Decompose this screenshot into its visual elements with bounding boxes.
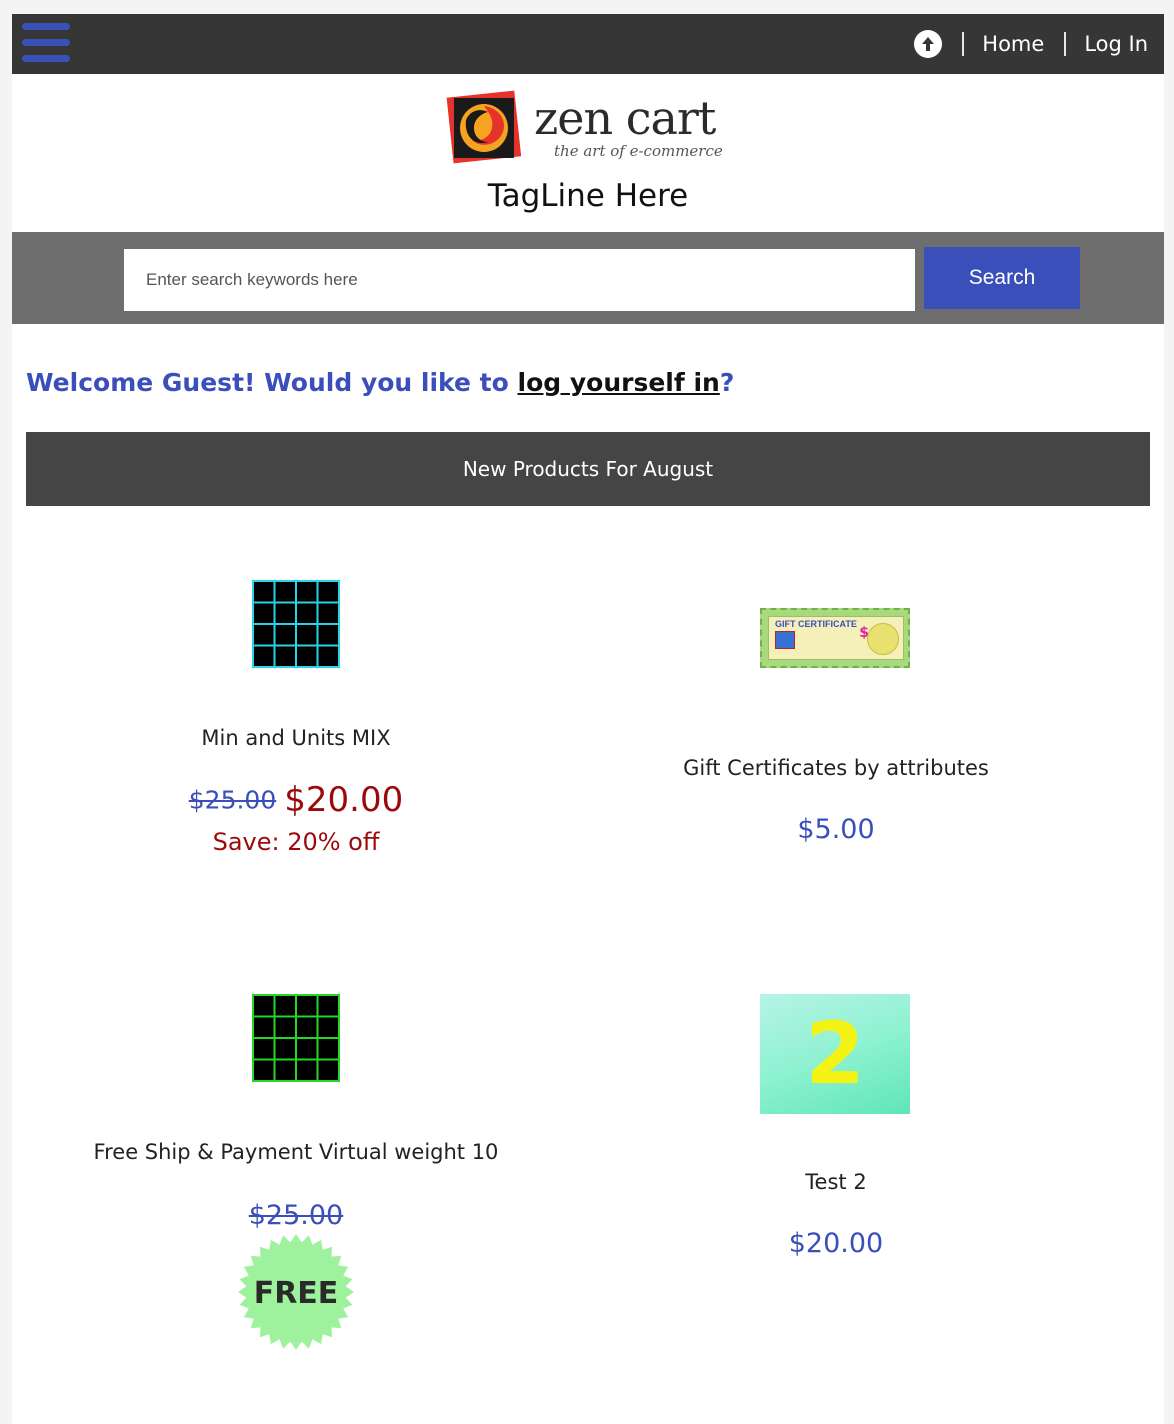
search-input[interactable] bbox=[124, 249, 915, 311]
product-card: 2 Test 2 $20.00 bbox=[556, 984, 1116, 1384]
product-image-number-label: 2 bbox=[805, 1004, 865, 1104]
login-link[interactable]: log yourself in bbox=[518, 368, 720, 397]
nav-login-link[interactable]: Log In bbox=[1084, 32, 1148, 56]
logo-mark-icon bbox=[446, 90, 522, 164]
coin-icon bbox=[867, 623, 899, 655]
site-header: zen cart the art of e-commerce TagLine H… bbox=[12, 74, 1164, 232]
product-card: GIFT CERTIFICATE $ Gift Certificates by … bbox=[556, 574, 1116, 874]
product-name[interactable]: Free Ship & Payment Virtual weight 10 bbox=[16, 1140, 576, 1164]
arrow-up-icon[interactable] bbox=[914, 30, 943, 58]
logo-subtext: the art of e-commerce bbox=[554, 142, 723, 160]
free-badge-label: FREE bbox=[254, 1276, 339, 1311]
gift-certificate-label: GIFT CERTIFICATE bbox=[775, 619, 857, 629]
nav-home-link[interactable]: Home bbox=[982, 32, 1044, 56]
product-price-row: $25.00 bbox=[16, 1200, 576, 1231]
product-name[interactable]: Test 2 bbox=[556, 1170, 1116, 1194]
nav-divider bbox=[962, 32, 965, 56]
product-price: $5.00 bbox=[797, 814, 875, 845]
top-bar: Home Log In bbox=[12, 14, 1164, 74]
search-button[interactable]: Search bbox=[924, 247, 1080, 309]
nav-divider bbox=[1064, 32, 1067, 56]
welcome-prefix: Welcome Guest! Would you like to bbox=[26, 368, 518, 397]
product-old-price: $25.00 bbox=[188, 785, 277, 815]
product-image-number-2[interactable]: 2 bbox=[760, 994, 910, 1114]
welcome-message: Welcome Guest! Would you like to log you… bbox=[26, 368, 734, 397]
product-price-row: $25.00 $20.00 bbox=[16, 780, 576, 820]
product-save-text: Save: 20% off bbox=[212, 828, 380, 856]
tagline: TagLine Here bbox=[487, 178, 689, 214]
product-image-green-grid[interactable] bbox=[252, 994, 340, 1082]
gift-box-icon bbox=[775, 631, 795, 649]
welcome-suffix: ? bbox=[719, 368, 735, 397]
menu-icon[interactable] bbox=[22, 23, 70, 63]
product-name[interactable]: Min and Units MIX bbox=[16, 726, 576, 750]
product-old-price: $25.00 bbox=[248, 1200, 344, 1231]
product-special-price: $20.00 bbox=[284, 780, 404, 820]
zen-cart-logo[interactable]: zen cart the art of e-commerce bbox=[444, 88, 734, 166]
product-name[interactable]: Gift Certificates by attributes bbox=[556, 756, 1116, 780]
product-image-cyan-grid[interactable] bbox=[252, 580, 340, 668]
free-badge-icon: FREE bbox=[238, 1234, 354, 1350]
search-bar: Search bbox=[12, 232, 1164, 324]
product-card: Min and Units MIX $25.00 $20.00 Save: 20%… bbox=[16, 574, 576, 874]
section-title: New Products For August bbox=[26, 432, 1150, 506]
product-price: $20.00 bbox=[788, 1228, 884, 1259]
page: Home Log In zen cart the art of e-commer… bbox=[12, 14, 1164, 1424]
product-card: Free Ship & Payment Virtual weight 10 $2… bbox=[16, 984, 576, 1384]
logo-wordmark: zen cart bbox=[534, 91, 716, 145]
top-nav: Home Log In bbox=[914, 14, 1148, 74]
product-image-gift-certificate[interactable]: GIFT CERTIFICATE $ bbox=[760, 608, 910, 668]
